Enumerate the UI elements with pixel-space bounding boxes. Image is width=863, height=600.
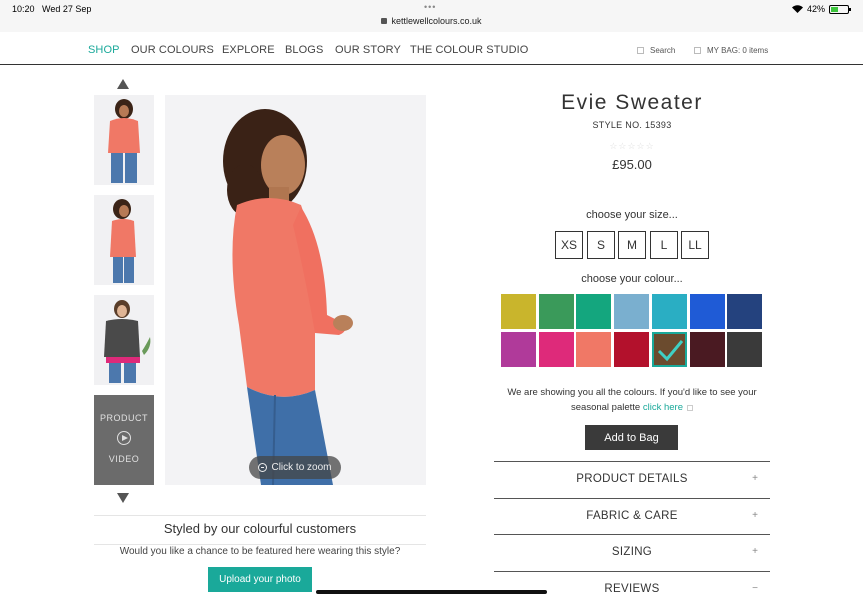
url-text: kettlewellcolours.co.uk xyxy=(391,16,482,26)
product-photo xyxy=(165,95,426,485)
colour-swatch[interactable] xyxy=(614,332,650,367)
battery-icon xyxy=(829,4,851,14)
zoom-button[interactable]: Click to zoom xyxy=(249,456,341,479)
product-thumbnail-image xyxy=(94,295,154,385)
product-thumbnail-image xyxy=(94,95,154,185)
colour-swatch[interactable] xyxy=(614,294,650,329)
colour-swatch[interactable] xyxy=(689,294,725,329)
size-option-xs[interactable]: XS xyxy=(555,231,583,259)
expand-plus-icon: + xyxy=(752,546,758,557)
colour-swatch[interactable] xyxy=(727,332,763,367)
home-indicator[interactable] xyxy=(316,590,547,594)
colour-swatch[interactable] xyxy=(651,332,687,367)
expand-plus-icon: + xyxy=(752,473,758,484)
nav-explore[interactable]: EXPLORE xyxy=(222,44,275,56)
nav-colour-studio[interactable]: THE COLOUR STUDIO xyxy=(410,44,528,56)
accordion-sizing[interactable]: SIZING + xyxy=(494,535,770,571)
colour-swatch[interactable] xyxy=(501,294,536,329)
size-option-m[interactable]: M xyxy=(618,231,646,259)
info-icon xyxy=(686,405,693,411)
search-icon xyxy=(637,47,644,54)
accordion-fabric-care[interactable]: FABRIC & CARE + xyxy=(494,499,770,535)
colour-label: choose your colour... xyxy=(581,273,683,285)
status-bar: 10:20 Wed 27 Sep ••• kettlewellcolours.c… xyxy=(0,0,863,32)
accordion-reviews[interactable]: REVIEWS − xyxy=(494,572,770,600)
colour-swatch[interactable] xyxy=(501,332,536,367)
add-to-bag-button[interactable]: Add to Bag xyxy=(585,425,678,450)
nav-shop[interactable]: SHOP xyxy=(88,44,120,56)
bag-icon xyxy=(694,47,701,54)
size-option-ll[interactable]: LL xyxy=(681,231,709,259)
collapse-minus-icon: − xyxy=(752,583,758,594)
thumbnail-2[interactable] xyxy=(94,195,154,285)
seasonal-palette-link[interactable]: click here xyxy=(643,402,683,413)
product-thumbnail-image xyxy=(94,195,154,285)
colour-swatch[interactable] xyxy=(689,332,725,367)
thumbnail-3[interactable] xyxy=(94,295,154,385)
multitask-dots-icon[interactable]: ••• xyxy=(424,2,436,12)
size-option-s[interactable]: S xyxy=(587,231,615,259)
product-video-thumbnail[interactable]: PRODUCT VIDEO xyxy=(94,395,154,485)
customers-title: Styled by our colourful customers xyxy=(163,521,357,536)
accordion-product-details[interactable]: PRODUCT DETAILS + xyxy=(494,462,770,498)
status-indicators: 42% xyxy=(791,4,851,14)
size-option-l[interactable]: L xyxy=(650,231,678,259)
zoom-icon xyxy=(258,463,268,472)
lock-icon xyxy=(381,18,388,24)
size-label: choose your size... xyxy=(586,209,678,221)
colour-swatch[interactable] xyxy=(727,294,763,329)
main-nav: SHOP OUR COLOURS EXPLORE BLOGS OUR STORY… xyxy=(0,33,863,65)
nav-our-colours[interactable]: OUR COLOURS xyxy=(131,44,214,56)
colour-swatch[interactable] xyxy=(538,294,574,329)
colour-swatch[interactable] xyxy=(576,332,612,367)
battery-percent: 42% xyxy=(806,4,825,14)
nav-blogs[interactable]: BLOGS xyxy=(285,44,323,56)
customers-subtitle: Would you like a chance to be featured h… xyxy=(119,546,401,557)
colour-swatch[interactable] xyxy=(538,332,574,367)
product-price: £95.00 xyxy=(612,157,652,172)
colour-swatch[interactable] xyxy=(651,294,687,329)
rating-stars-icon[interactable]: ☆☆☆☆☆ xyxy=(494,141,770,152)
colour-swatch[interactable] xyxy=(576,294,612,329)
thumbnail-1[interactable] xyxy=(94,95,154,185)
product-title: Evie Sweater xyxy=(561,91,703,114)
thumbnail-down-arrow-icon[interactable] xyxy=(117,493,129,503)
bag-link[interactable]: MY BAG: 0 items xyxy=(694,46,768,55)
nav-our-story[interactable]: OUR STORY xyxy=(335,44,401,56)
expand-plus-icon: + xyxy=(752,510,758,521)
wifi-icon xyxy=(791,5,803,13)
colours-note: We are showing you all the colours. If y… xyxy=(507,387,757,413)
search-link[interactable]: Search xyxy=(637,46,675,55)
divider xyxy=(94,515,426,516)
play-icon xyxy=(117,431,131,445)
upload-photo-button[interactable]: Upload your photo xyxy=(208,567,312,592)
status-time: 10:20 Wed 27 Sep xyxy=(12,4,92,14)
style-number: STYLE NO. 15393 xyxy=(592,120,672,130)
thumbnail-up-arrow-icon[interactable] xyxy=(117,79,129,89)
address-bar[interactable]: kettlewellcolours.co.uk xyxy=(0,16,863,26)
selected-check-icon xyxy=(657,340,683,362)
main-product-image[interactable] xyxy=(165,95,426,485)
divider xyxy=(94,544,426,545)
